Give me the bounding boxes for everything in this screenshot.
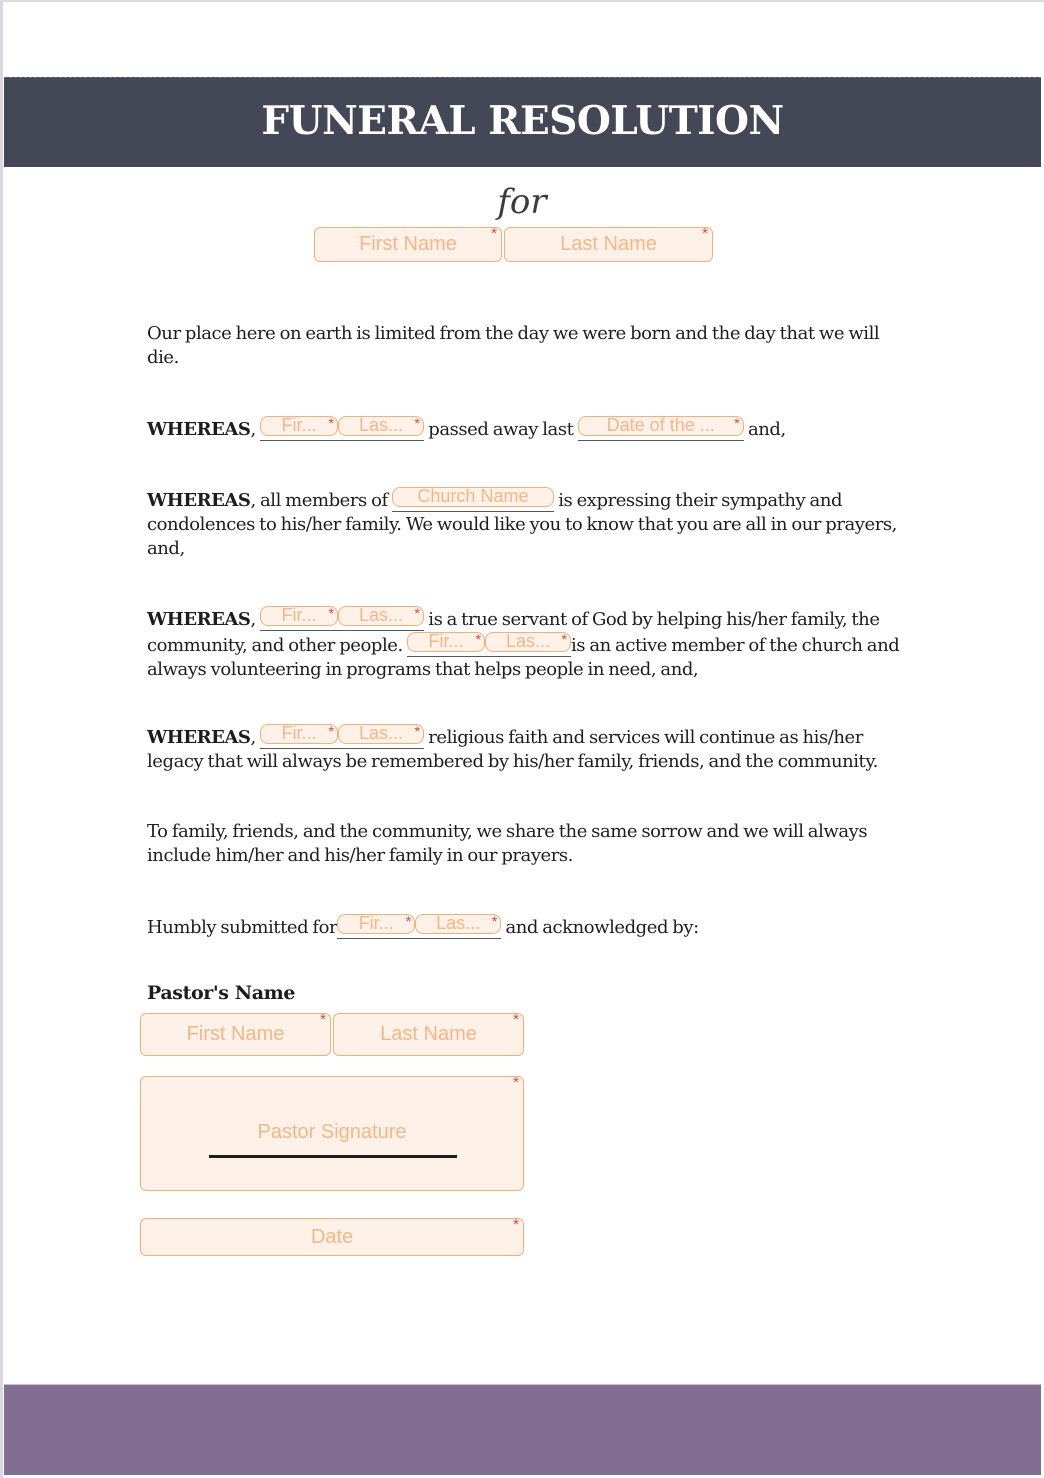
document-title: FUNERAL RESOLUTION (261, 98, 784, 144)
date-of-death-inline-field[interactable]: Date of the ... * (577, 415, 744, 436)
whereas-label: WHEREAS (147, 609, 251, 630)
last-name-inline-field[interactable]: Las... * (485, 632, 571, 652)
last-name-inline-field[interactable]: Las... * (415, 913, 502, 934)
pastor-last-name-field[interactable]: Last Name * (333, 1011, 524, 1056)
required-asterisk-icon: * (702, 225, 708, 242)
field-placeholder: Las... (358, 415, 403, 435)
whereas-label: WHEREAS (147, 419, 251, 440)
paragraph-text: religious faith and services will contin… (147, 727, 878, 772)
required-asterisk-icon: * (734, 415, 740, 431)
whereas-paragraph-3: WHEREAS, Fir... * Las... * is a true servan… (147, 605, 900, 680)
field-placeholder: Date of the ... (606, 415, 715, 435)
pastor-name-label: Pastor's Name (147, 982, 296, 1004)
name-field-group: Fir... * Las... * (337, 913, 502, 939)
first-name-inline-field[interactable]: Fir... * (259, 723, 338, 744)
paragraph-text: passed away last (423, 419, 578, 440)
required-asterisk-icon: * (320, 1011, 326, 1028)
last-name-inline-field[interactable]: Las... * (337, 415, 424, 436)
whereas-paragraph-2: WHEREAS, all members of Church Name is e… (147, 487, 907, 561)
name-field-group: Fir... * Las... * (407, 632, 571, 657)
field-placeholder: Church Name (417, 486, 529, 506)
pastor-date-field[interactable]: Date * (140, 1216, 524, 1256)
field-placeholder: Fir... (358, 913, 394, 933)
name-field-group: Fir... * Las... * (259, 415, 424, 441)
last-name-inline-field[interactable]: Las... * (337, 605, 424, 626)
required-asterisk-icon: * (475, 631, 481, 647)
required-asterisk-icon: * (328, 723, 334, 739)
field-placeholder: Last Name (380, 1023, 477, 1045)
field-placeholder: First Name (359, 233, 457, 255)
name-field-group: Fir... * Las... * (259, 605, 424, 631)
submitted-paragraph: Humbly submitted for Fir... * Las... * and a… (147, 914, 907, 940)
field-placeholder: Date (310, 1226, 354, 1248)
church-name-inline-field[interactable]: Church Name (391, 486, 554, 507)
required-asterisk-icon: * (414, 415, 420, 431)
signature-line (209, 1155, 457, 1158)
field-placeholder: Las... (358, 605, 403, 625)
intro-paragraph: Our place here on earth is limited from … (147, 323, 880, 368)
required-asterisk-icon: * (328, 415, 334, 431)
paragraph-text: Humbly submitted for (147, 917, 338, 938)
deceased-last-name-field[interactable]: Last Name * (504, 225, 713, 262)
field-placeholder: Fir... (281, 415, 317, 435)
first-name-inline-field[interactable]: Fir... * (337, 913, 416, 934)
field-placeholder: First Name (186, 1023, 285, 1045)
required-asterisk-icon: * (513, 1074, 519, 1091)
first-name-inline-field[interactable]: Fir... * (259, 415, 338, 436)
whereas-paragraph-4: WHEREAS, Fir... * Las... * religious faith … (147, 723, 878, 772)
first-name-inline-field[interactable]: Fir... * (407, 632, 485, 652)
field-placeholder: Fir... (281, 605, 317, 625)
field-placeholder: Las... (505, 631, 551, 651)
paragraph-text: and acknowledged by: (501, 917, 699, 938)
required-asterisk-icon: * (513, 1011, 519, 1028)
field-placeholder: Fir... (428, 631, 464, 651)
closing-paragraph: To family, friends, and the community, w… (147, 821, 868, 866)
first-name-inline-field[interactable]: Fir... * (259, 605, 338, 626)
field-placeholder: Las... (436, 913, 481, 933)
required-asterisk-icon: * (414, 605, 420, 621)
field-placeholder: Las... (358, 723, 403, 743)
required-asterisk-icon: * (491, 913, 498, 929)
name-field-group: Fir... * Las... * (259, 723, 424, 749)
required-asterisk-icon: * (405, 913, 412, 929)
required-asterisk-icon: * (414, 723, 420, 739)
required-asterisk-icon: * (328, 605, 334, 621)
field-placeholder: Fir... (281, 723, 317, 743)
field-placeholder: Last Name (560, 233, 657, 255)
page-top-border (0, 0, 1044, 2)
paragraph-text: , all members of (250, 490, 392, 511)
last-name-inline-field[interactable]: Las... * (337, 723, 424, 744)
deceased-first-name-field[interactable]: First Name * (314, 225, 502, 262)
required-asterisk-icon: * (561, 631, 567, 647)
field-placeholder: Pastor Signature (257, 1121, 407, 1143)
paragraph-text: and, (743, 419, 786, 440)
whereas-label: WHEREAS (147, 727, 251, 748)
footer-band (4, 1384, 1041, 1475)
whereas-paragraph-1: WHEREAS, Fir... * Las... * passed away last… (147, 415, 786, 441)
required-asterisk-icon: * (513, 1216, 519, 1233)
header-band: FUNERAL RESOLUTION (4, 77, 1041, 167)
pastor-signature-field[interactable]: Pastor Signature * (140, 1074, 524, 1191)
whereas-label: WHEREAS (147, 490, 251, 511)
church-field-group: Church Name (391, 486, 554, 512)
required-asterisk-icon: * (491, 225, 497, 242)
date-field-group: Date of the ... * (577, 415, 744, 441)
subtitle-for: for (497, 182, 547, 222)
pastor-first-name-field[interactable]: First Name * (140, 1011, 331, 1056)
